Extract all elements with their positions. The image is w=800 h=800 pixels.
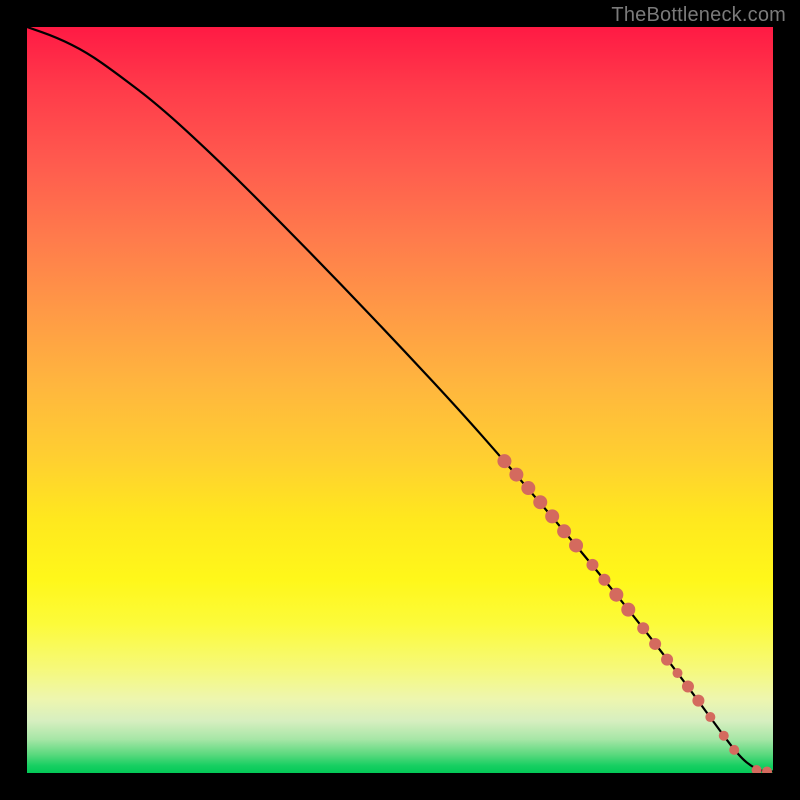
data-point [729,745,739,755]
data-point [661,654,673,666]
data-point [673,668,683,678]
chart-overlay [27,27,773,773]
data-point [545,509,559,523]
data-point [533,495,547,509]
data-point [509,468,523,482]
data-point [598,574,610,586]
data-point [649,638,661,650]
plot-area [27,27,773,773]
data-point [705,712,715,722]
data-point [637,622,649,634]
data-point [497,454,511,468]
data-point [557,524,571,538]
chart-stage: TheBottleneck.com [0,0,800,800]
data-point [621,603,635,617]
data-point [521,481,535,495]
data-point [609,588,623,602]
data-point [719,731,729,741]
data-point [762,767,772,773]
attribution-text: TheBottleneck.com [611,4,786,27]
data-point [692,695,704,707]
data-point [586,559,598,571]
data-point [569,538,583,552]
data-point [682,680,694,692]
highlighted-points [497,454,772,773]
